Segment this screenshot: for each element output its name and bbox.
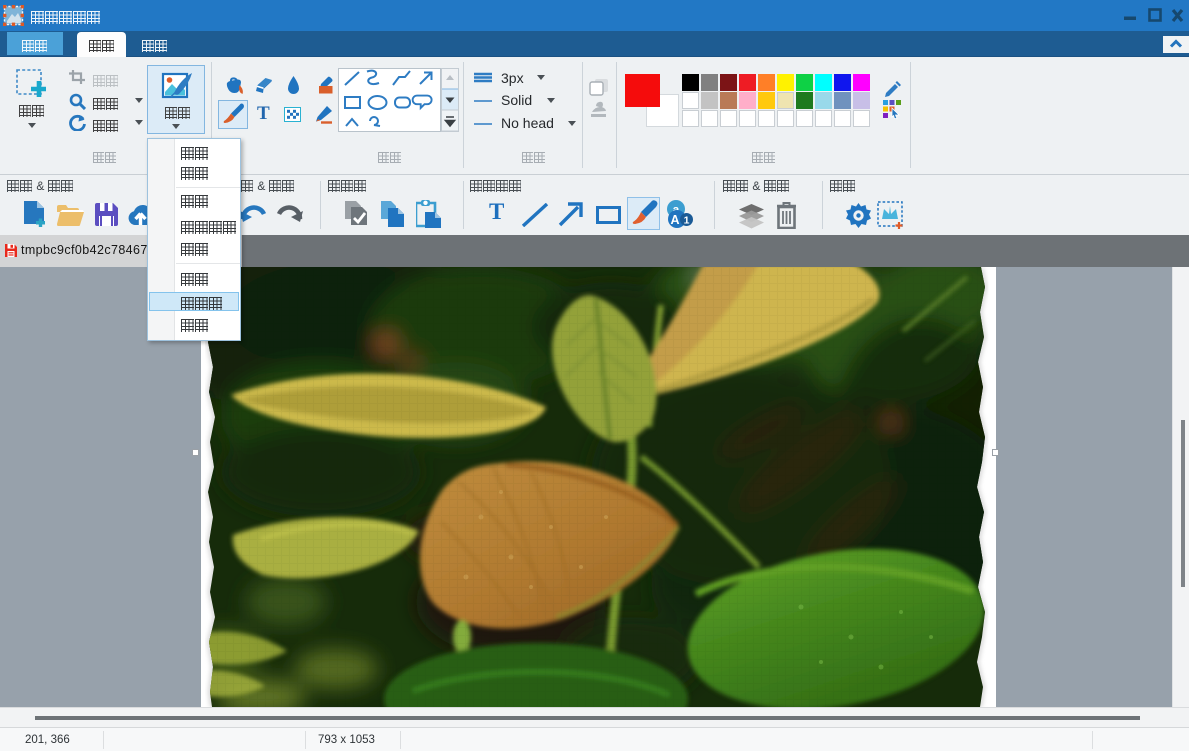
svg-text:1: 1: [684, 215, 690, 227]
svg-text:A: A: [670, 213, 679, 227]
